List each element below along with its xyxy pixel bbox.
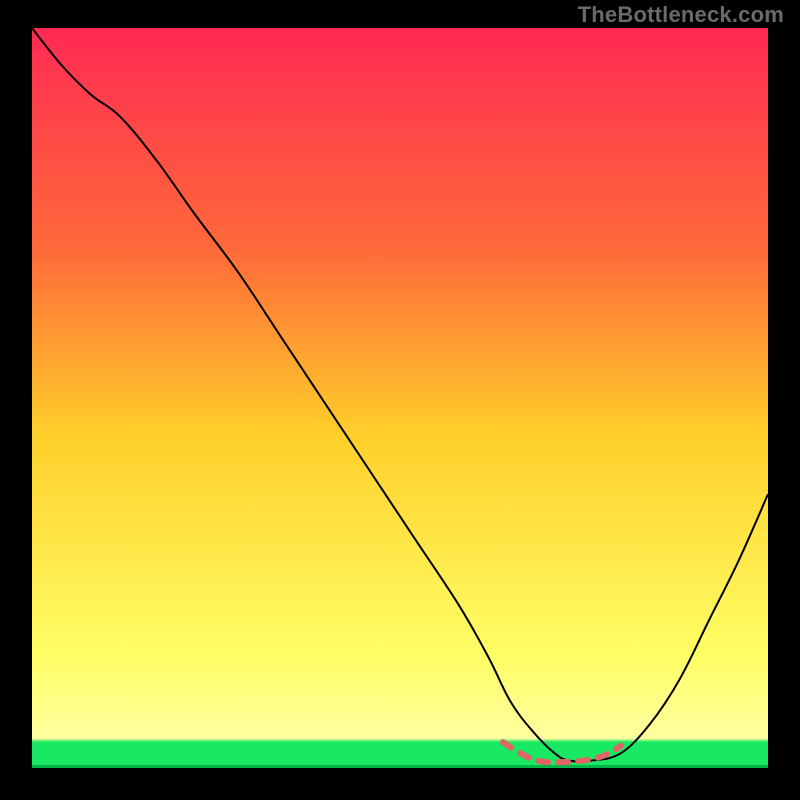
gradient-background xyxy=(32,28,768,768)
chart-svg xyxy=(32,28,768,768)
watermark-label: TheBottleneck.com xyxy=(578,2,784,28)
chart-area xyxy=(32,28,768,768)
figure-root: TheBottleneck.com xyxy=(0,0,800,800)
baseline-strip xyxy=(32,765,768,768)
